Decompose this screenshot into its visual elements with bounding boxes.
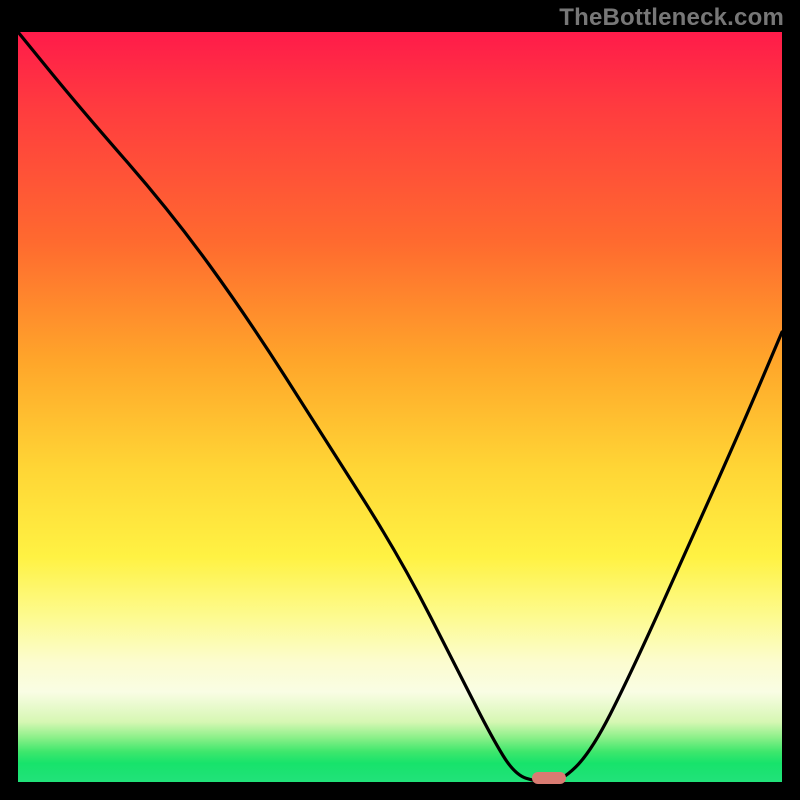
optimal-marker [532,772,566,784]
plot-area [18,32,782,782]
chart-frame: TheBottleneck.com [0,0,800,800]
curve-svg [18,32,782,782]
watermark-text: TheBottleneck.com [559,4,784,32]
bottleneck-curve [18,32,782,782]
